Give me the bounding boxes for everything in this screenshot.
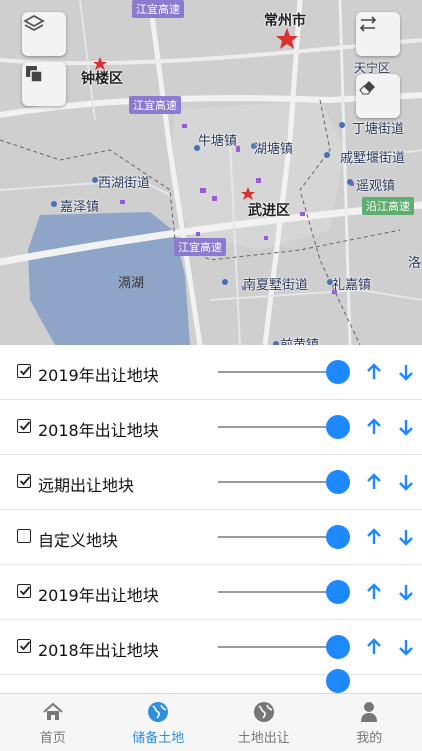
map-label-lake: 滆湖 bbox=[118, 272, 144, 291]
tab-home[interactable]: 首页 bbox=[0, 694, 106, 751]
layer-row: 2018年出让地块 bbox=[0, 400, 422, 455]
layer-label: 远期出让地块 bbox=[38, 472, 134, 496]
copy-button[interactable] bbox=[22, 62, 66, 106]
opacity-slider[interactable] bbox=[218, 635, 352, 659]
layer-row: 自定义地块 bbox=[0, 510, 422, 565]
copy-icon bbox=[22, 62, 46, 86]
road-badge-jiangyi-top: 江宜高速 bbox=[129, 96, 181, 114]
map-label-yaoguan: 遥观镇 bbox=[356, 175, 395, 194]
tab-mine[interactable]: 我的 bbox=[317, 694, 422, 751]
map-label-luo: 洛 bbox=[408, 252, 421, 271]
layers-icon bbox=[22, 12, 46, 36]
eraser-button[interactable] bbox=[356, 74, 400, 118]
map-label-hutang: 湖塘镇 bbox=[254, 138, 293, 157]
move-down-icon[interactable] bbox=[396, 527, 416, 547]
move-up-icon[interactable] bbox=[364, 472, 384, 492]
tab-label: 储备土地 bbox=[132, 727, 184, 746]
move-down-icon[interactable] bbox=[396, 472, 416, 492]
road-badge-yanjiang: 沿江高速 bbox=[362, 197, 414, 215]
home-icon bbox=[41, 700, 65, 724]
road-badge-jiangyi-low: 江宜高速 bbox=[174, 238, 226, 256]
map-label-zhonglou: 钟楼区 bbox=[81, 68, 123, 88]
opacity-slider[interactable] bbox=[218, 415, 352, 439]
tab-land-transfer[interactable]: 土地出让 bbox=[211, 694, 317, 751]
move-up-icon[interactable] bbox=[364, 527, 384, 547]
globe-icon bbox=[252, 700, 276, 724]
layer-label: 2019年出让地块 bbox=[38, 582, 159, 606]
swap-icon bbox=[356, 12, 380, 36]
layer-label: 自定义地块 bbox=[38, 527, 118, 551]
map-label-qishuyan: 戚墅堰街道 bbox=[340, 147, 405, 166]
map-label-niutang: 牛塘镇 bbox=[198, 130, 237, 149]
layer-row: 2019年出让地块 bbox=[0, 345, 422, 400]
move-down-icon[interactable] bbox=[396, 417, 416, 437]
slider-thumb[interactable] bbox=[326, 669, 350, 693]
tab-bar: 首页 储备土地 土地出让 我的 bbox=[0, 693, 422, 751]
map-label-xihu: 西湖街道 bbox=[98, 172, 150, 191]
slider-thumb[interactable] bbox=[326, 360, 350, 384]
opacity-slider[interactable] bbox=[218, 669, 352, 693]
layer-checkbox[interactable] bbox=[17, 364, 31, 378]
layer-checkbox[interactable] bbox=[17, 639, 31, 653]
tab-label: 我的 bbox=[356, 727, 382, 746]
slider-thumb[interactable] bbox=[326, 635, 350, 659]
map-label-wujin: 武进区 bbox=[248, 200, 290, 220]
move-up-icon[interactable] bbox=[364, 582, 384, 602]
opacity-slider[interactable] bbox=[218, 360, 352, 384]
layer-label: 2018年出让地块 bbox=[38, 637, 159, 661]
move-down-icon[interactable] bbox=[396, 637, 416, 657]
layer-label: 2019年出让地块 bbox=[38, 362, 159, 386]
layers-button[interactable] bbox=[22, 12, 66, 56]
slider-thumb[interactable] bbox=[326, 415, 350, 439]
user-icon bbox=[357, 700, 381, 724]
slider-thumb[interactable] bbox=[326, 580, 350, 604]
map-label-changzhou: 常州市 bbox=[264, 10, 306, 30]
move-up-icon[interactable] bbox=[364, 362, 384, 382]
swap-button[interactable] bbox=[356, 12, 400, 56]
eraser-icon bbox=[356, 74, 380, 98]
move-up-icon[interactable] bbox=[364, 417, 384, 437]
layer-checkbox[interactable] bbox=[17, 584, 31, 598]
map-label-lihe: 礼嘉镇 bbox=[332, 274, 371, 293]
opacity-slider[interactable] bbox=[218, 525, 352, 549]
opacity-slider[interactable] bbox=[218, 470, 352, 494]
tab-label: 土地出让 bbox=[238, 727, 290, 746]
move-down-icon[interactable] bbox=[396, 362, 416, 382]
layer-checkbox[interactable] bbox=[17, 419, 31, 433]
tab-reserve-land[interactable]: 储备土地 bbox=[106, 694, 212, 751]
map-label-jiaze: 嘉泽镇 bbox=[60, 196, 99, 215]
tab-label: 首页 bbox=[40, 727, 66, 746]
map-label-qianhuang: 前黄镇 bbox=[280, 334, 319, 345]
layer-row: 2019年出让地块 bbox=[0, 565, 422, 620]
layer-row: 远期出让地块 bbox=[0, 455, 422, 510]
map-label-dingtang: 丁塘街道 bbox=[352, 118, 404, 137]
opacity-slider[interactable] bbox=[218, 580, 352, 604]
slider-thumb[interactable] bbox=[326, 470, 350, 494]
layer-checkbox[interactable] bbox=[17, 474, 31, 488]
layer-list[interactable]: 2019年出让地块 2018年出让地块 远期出让地块 自定义地块 2019年出让… bbox=[0, 345, 422, 693]
layer-label: 2018年出让地块 bbox=[38, 417, 159, 441]
map-label-nanxiashu: 南夏墅街道 bbox=[243, 274, 308, 293]
move-up-icon[interactable] bbox=[364, 637, 384, 657]
road-badge-jiangyi-upper: 江宜高速 bbox=[132, 0, 184, 18]
layer-row-partial bbox=[0, 675, 422, 693]
move-down-icon[interactable] bbox=[396, 582, 416, 602]
map-view[interactable]: 常州市 钟楼区 天宁区 江宜高速 江宜高速 江宜高速 牛塘镇 湖塘镇 丁塘街道 … bbox=[0, 0, 422, 345]
slider-thumb[interactable] bbox=[326, 525, 350, 549]
layer-checkbox[interactable] bbox=[17, 529, 31, 543]
globe-icon bbox=[146, 700, 170, 724]
layer-row: 2018年出让地块 bbox=[0, 620, 422, 675]
